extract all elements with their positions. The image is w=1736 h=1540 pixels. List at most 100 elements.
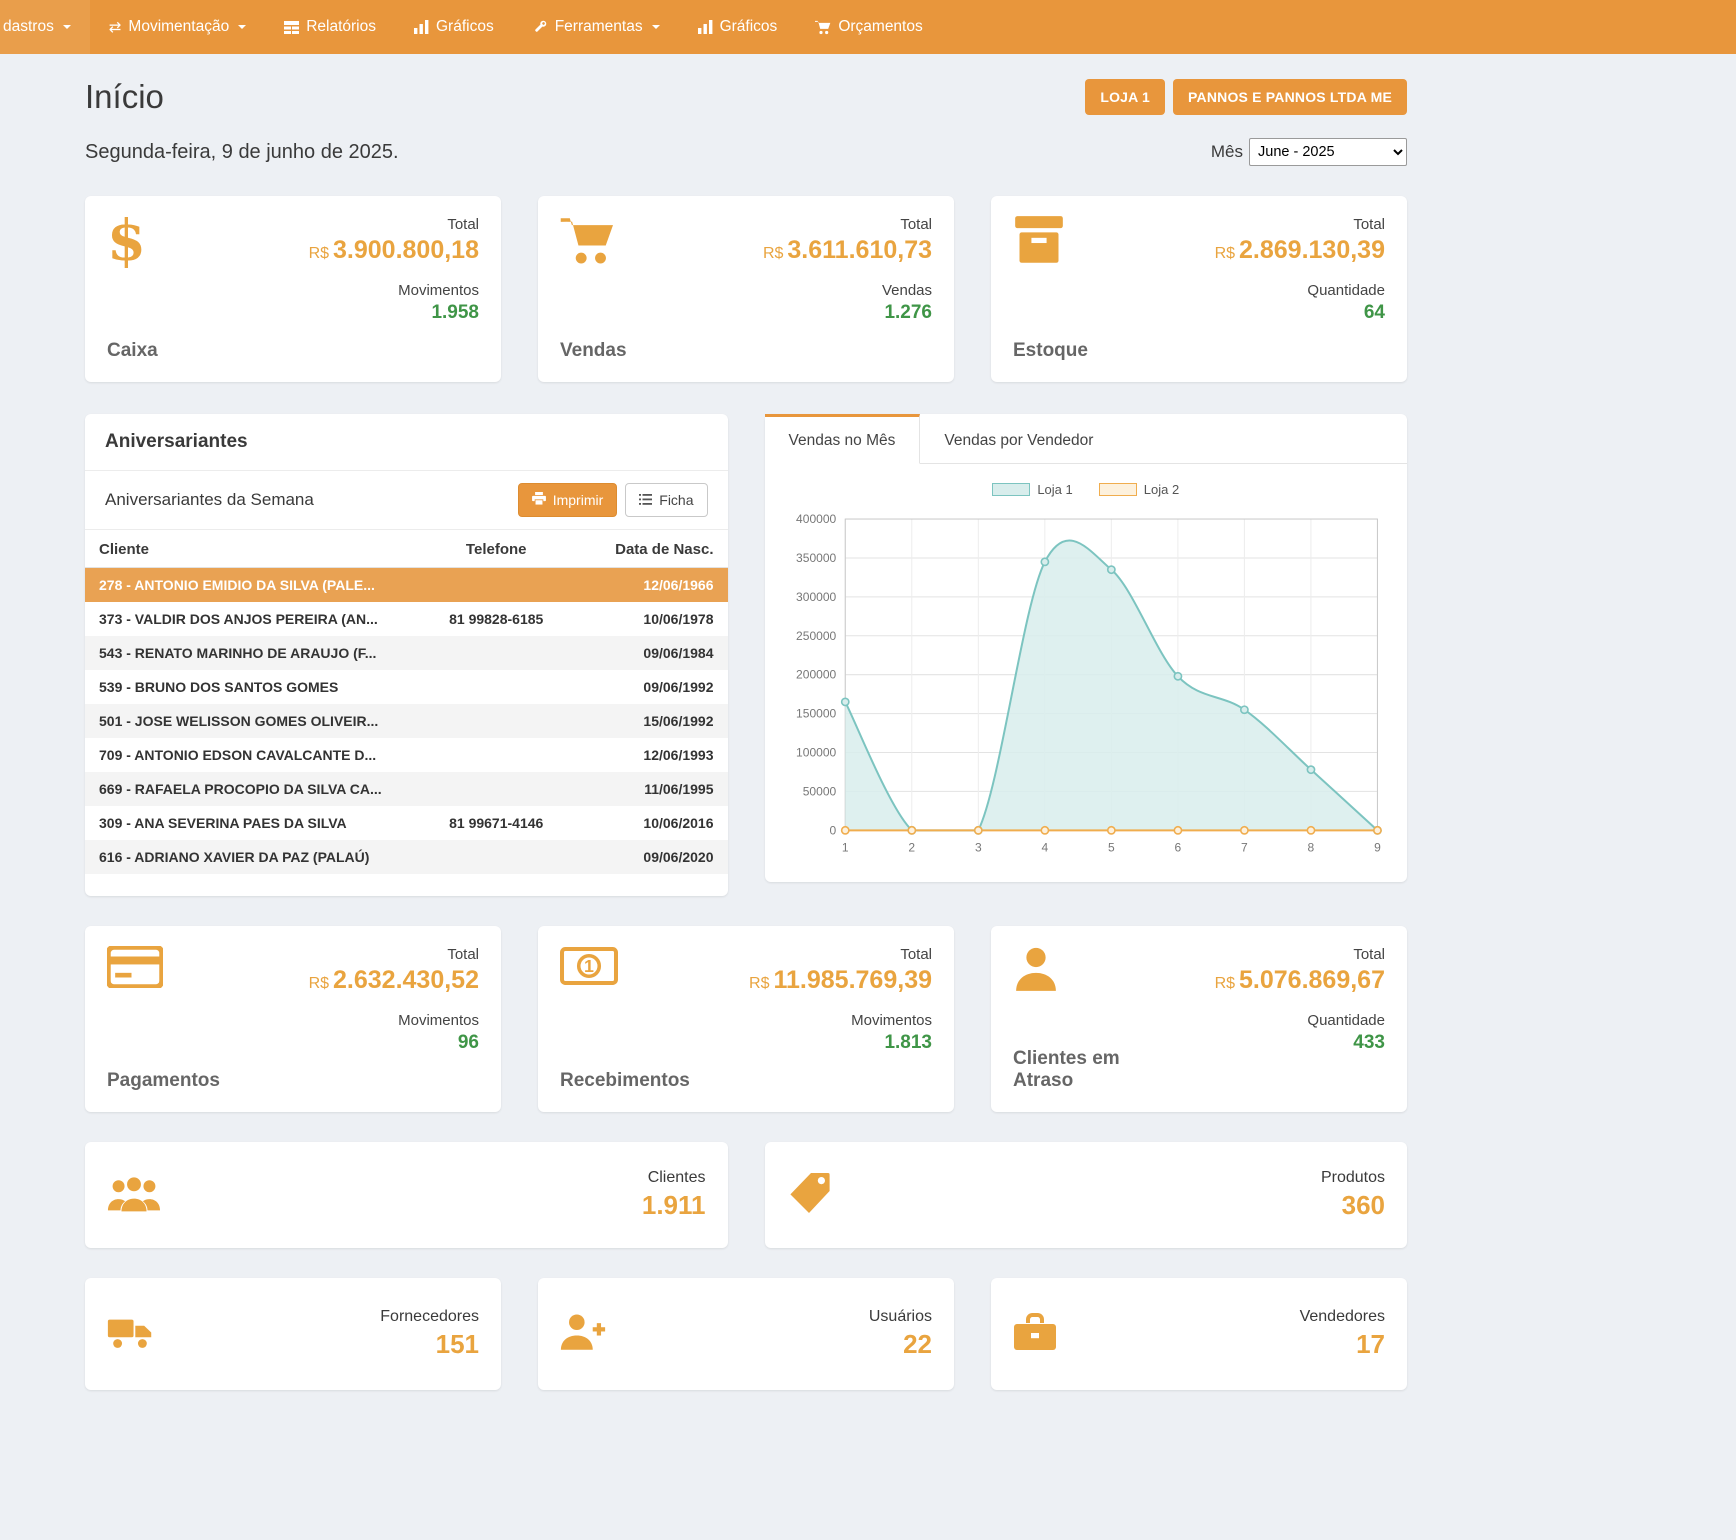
cell-cliente: 543 - RENATO MARINHO DE ARAUJO (F... bbox=[85, 636, 413, 670]
cell-data: 12/06/1993 bbox=[580, 738, 728, 772]
legend-item[interactable]: Loja 1 bbox=[992, 482, 1072, 497]
exchange-arrows-icon: ⇄ bbox=[109, 18, 122, 36]
count-value: 151 bbox=[380, 1329, 479, 1360]
total-label: Total bbox=[309, 946, 479, 963]
birthday-row[interactable]: 309 - ANA SEVERINA PAES DA SILVA81 99671… bbox=[85, 806, 728, 840]
tab-vendas-por-vendedor[interactable]: Vendas por Vendedor bbox=[920, 414, 1117, 463]
birthday-row[interactable]: 501 - JOSE WELISSON GOMES OLIVEIR... 15/0… bbox=[85, 704, 728, 738]
card-title: Clientes bbox=[642, 1169, 706, 1187]
card-recebimentos: 1 Recebimentos Total R$11.985.769,39 Mov… bbox=[538, 926, 954, 1112]
birthday-row[interactable]: 539 - BRUNO DOS SANTOS GOMES09/06/1992 bbox=[85, 670, 728, 704]
birthday-row[interactable]: 709 - ANTONIO EDSON CAVALCANTE D... 12/06… bbox=[85, 738, 728, 772]
card-title: Caixa bbox=[107, 340, 158, 362]
ficha-button-label: Ficha bbox=[659, 492, 693, 508]
count-value: 64 bbox=[1215, 302, 1385, 324]
cell-cliente: 616 - ADRIANO XAVIER DA PAZ (PALAÚ) bbox=[85, 840, 413, 874]
svg-text:50000: 50000 bbox=[802, 784, 836, 798]
chart-legend: Loja 1 Loja 2 bbox=[785, 482, 1388, 497]
chevron-down-icon bbox=[238, 25, 246, 29]
total-value: R$11.985.769,39 bbox=[749, 966, 932, 995]
nav-item-graficos-2[interactable]: Gráficos bbox=[679, 0, 797, 54]
count-label: Vendas bbox=[763, 282, 932, 299]
total-value: R$3.611.610,73 bbox=[763, 236, 932, 265]
birthday-row[interactable]: 616 - ADRIANO XAVIER DA PAZ (PALAÚ)09/06… bbox=[85, 840, 728, 874]
nav-label: Ferramentas bbox=[555, 18, 643, 36]
month-select[interactable]: June - 2025 bbox=[1249, 138, 1407, 166]
card-clientes-em-atraso: Clientes em Atraso Total R$5.076.869,67 … bbox=[991, 926, 1407, 1112]
svg-text:400000: 400000 bbox=[796, 512, 836, 526]
card-estoque: Estoque Total R$2.869.130,39 Quantidade … bbox=[991, 196, 1407, 382]
card-title: Clientes em Atraso bbox=[1013, 1048, 1143, 1092]
count-value: 96 bbox=[309, 1032, 479, 1054]
svg-text:8: 8 bbox=[1307, 840, 1314, 854]
nav-item-graficos[interactable]: Gráficos bbox=[395, 0, 513, 54]
nav-label: dastros bbox=[3, 18, 54, 36]
nav-label: Orçamentos bbox=[838, 18, 922, 36]
svg-text:9: 9 bbox=[1374, 840, 1381, 854]
tab-vendas-no-mes[interactable]: Vendas no Mês bbox=[765, 414, 921, 464]
cell-data: 11/06/1995 bbox=[580, 772, 728, 806]
total-label: Total bbox=[763, 216, 932, 233]
nav-item-movimentacao[interactable]: ⇄ Movimentação bbox=[90, 0, 265, 54]
nav-item-relatorios[interactable]: Relatórios bbox=[265, 0, 395, 54]
cell-tel bbox=[413, 568, 580, 603]
cell-data: 10/06/2016 bbox=[580, 806, 728, 840]
archive-box-icon bbox=[1013, 216, 1088, 269]
cell-cliente: 501 - JOSE WELISSON GOMES OLIVEIR... bbox=[85, 704, 413, 738]
total-value: R$3.900.800,18 bbox=[309, 236, 479, 265]
person-icon bbox=[1013, 946, 1143, 999]
cell-data: 10/06/1978 bbox=[580, 602, 728, 636]
birthday-row[interactable]: 669 - RAFAELA PROCOPIO DA SILVA CA...11/… bbox=[85, 772, 728, 806]
count-value: 22 bbox=[869, 1329, 932, 1360]
card-title: Produtos bbox=[1321, 1169, 1385, 1187]
birthday-row[interactable]: 278 - ANTONIO EMIDIO DA SILVA (PALE... 12… bbox=[85, 568, 728, 603]
legend-label: Loja 2 bbox=[1144, 482, 1179, 497]
cell-cliente: 709 - ANTONIO EDSON CAVALCANTE D... bbox=[85, 738, 413, 772]
total-value: R$2.632.430,52 bbox=[309, 966, 479, 995]
total-label: Total bbox=[749, 946, 932, 963]
cell-tel: 81 99671-4146 bbox=[413, 806, 580, 840]
svg-text:4: 4 bbox=[1041, 840, 1048, 854]
nav-item-ferramentas[interactable]: Ferramentas bbox=[513, 0, 679, 54]
company-button[interactable]: PANNOS E PANNOS LTDA ME bbox=[1173, 79, 1407, 115]
cell-tel bbox=[413, 738, 580, 772]
birthdays-table-scroll[interactable]: Cliente Telefone Data de Nasc. 278 - ANT… bbox=[85, 530, 728, 890]
nav-label: Relatórios bbox=[306, 18, 376, 36]
briefcase-icon bbox=[1013, 1313, 1057, 1356]
store-button[interactable]: LOJA 1 bbox=[1085, 79, 1165, 115]
legend-item[interactable]: Loja 2 bbox=[1099, 482, 1179, 497]
count-value: 1.958 bbox=[309, 302, 479, 324]
card-title: Recebimentos bbox=[560, 1070, 690, 1092]
cell-data: 12/06/1966 bbox=[580, 568, 728, 603]
card-title: Usuários bbox=[869, 1308, 932, 1326]
cell-tel bbox=[413, 772, 580, 806]
svg-text:150000: 150000 bbox=[796, 707, 836, 721]
cell-data: 15/06/1992 bbox=[580, 704, 728, 738]
credit-card-icon bbox=[107, 946, 220, 993]
table-icon bbox=[284, 21, 299, 34]
chevron-down-icon bbox=[63, 25, 71, 29]
svg-text:6: 6 bbox=[1174, 840, 1181, 854]
count-label: Movimentos bbox=[309, 1012, 479, 1029]
count-value: 17 bbox=[1300, 1329, 1385, 1360]
birthdays-table: Cliente Telefone Data de Nasc. 278 - ANT… bbox=[85, 530, 728, 874]
print-button[interactable]: Imprimir bbox=[518, 483, 618, 517]
current-date: Segunda-feira, 9 de junho de 2025. bbox=[85, 141, 399, 164]
count-label: Movimentos bbox=[749, 1012, 932, 1029]
cell-data: 09/06/1984 bbox=[580, 636, 728, 670]
chevron-down-icon bbox=[652, 25, 660, 29]
sales-area-chart: 0500001000001500002000002500003000003500… bbox=[785, 507, 1388, 860]
sales-tabbar: Vendas no Mês Vendas por Vendedor bbox=[765, 414, 1408, 464]
navbar: dastros ⇄ Movimentação Relatórios Gráfic… bbox=[0, 0, 1736, 54]
birthday-row[interactable]: 373 - VALDIR DOS ANJOS PEREIRA (AN...81 … bbox=[85, 602, 728, 636]
total-label: Total bbox=[1215, 946, 1385, 963]
total-value: R$2.869.130,39 bbox=[1215, 236, 1385, 265]
nav-item-orcamentos[interactable]: Orçamentos bbox=[796, 0, 941, 54]
birthday-row[interactable]: 543 - RENATO MARINHO DE ARAUJO (F... 09/0… bbox=[85, 636, 728, 670]
cell-cliente: 278 - ANTONIO EMIDIO DA SILVA (PALE... bbox=[85, 568, 413, 603]
nav-item-cadastros[interactable]: dastros bbox=[0, 0, 90, 54]
cell-cliente: 309 - ANA SEVERINA PAES DA SILVA bbox=[85, 806, 413, 840]
svg-text:2: 2 bbox=[908, 840, 915, 854]
card-title: Vendas bbox=[560, 340, 627, 362]
ficha-button[interactable]: Ficha bbox=[625, 483, 707, 517]
